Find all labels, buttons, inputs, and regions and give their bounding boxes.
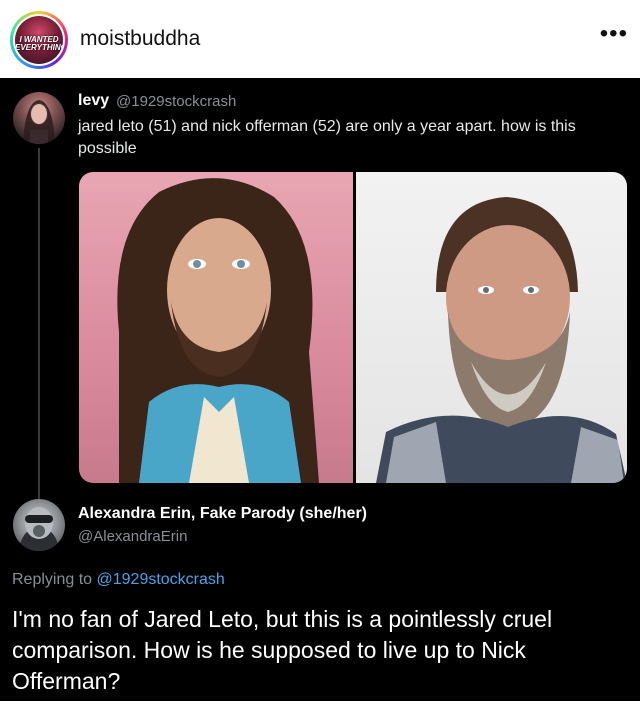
username[interactable]: moistbuddha	[80, 27, 200, 51]
tweet-screenshot: levy @1929stockcrash jared leto (51) and…	[0, 78, 640, 701]
reply-author-name[interactable]: Alexandra Erin, Fake Parody (she/her)	[78, 505, 367, 523]
replying-prefix: Replying to	[12, 571, 93, 588]
replying-to-line: Replying to @1929stockcrash	[12, 571, 225, 589]
more-horizontal-icon[interactable]: •••	[600, 22, 628, 46]
alexandra-avatar[interactable]	[13, 499, 65, 551]
profile-avatar[interactable]: I WANTED EVERYTHING	[10, 11, 68, 69]
nick-offerman-photo[interactable]	[356, 172, 627, 483]
thread-line	[38, 148, 40, 550]
reply-author-handle[interactable]: @AlexandraErin	[78, 528, 187, 545]
post-header: I WANTED EVERYTHING moistbuddha •••	[0, 0, 640, 78]
tweet-text: jared leto (51) and nick offerman (52) a…	[78, 118, 576, 157]
tweet-author-name[interactable]: levy	[78, 92, 109, 110]
tweet-author-handle[interactable]: @1929stockcrash	[116, 93, 236, 110]
levy-avatar[interactable]	[13, 92, 65, 144]
replying-handle-link[interactable]: @1929stockcrash	[97, 571, 225, 588]
jared-leto-photo[interactable]	[79, 172, 353, 483]
reply-text: I'm no fan of Jared Leto, but this is a …	[12, 606, 553, 694]
avatar-logo-text: I WANTED EVERYTHING	[15, 35, 63, 52]
